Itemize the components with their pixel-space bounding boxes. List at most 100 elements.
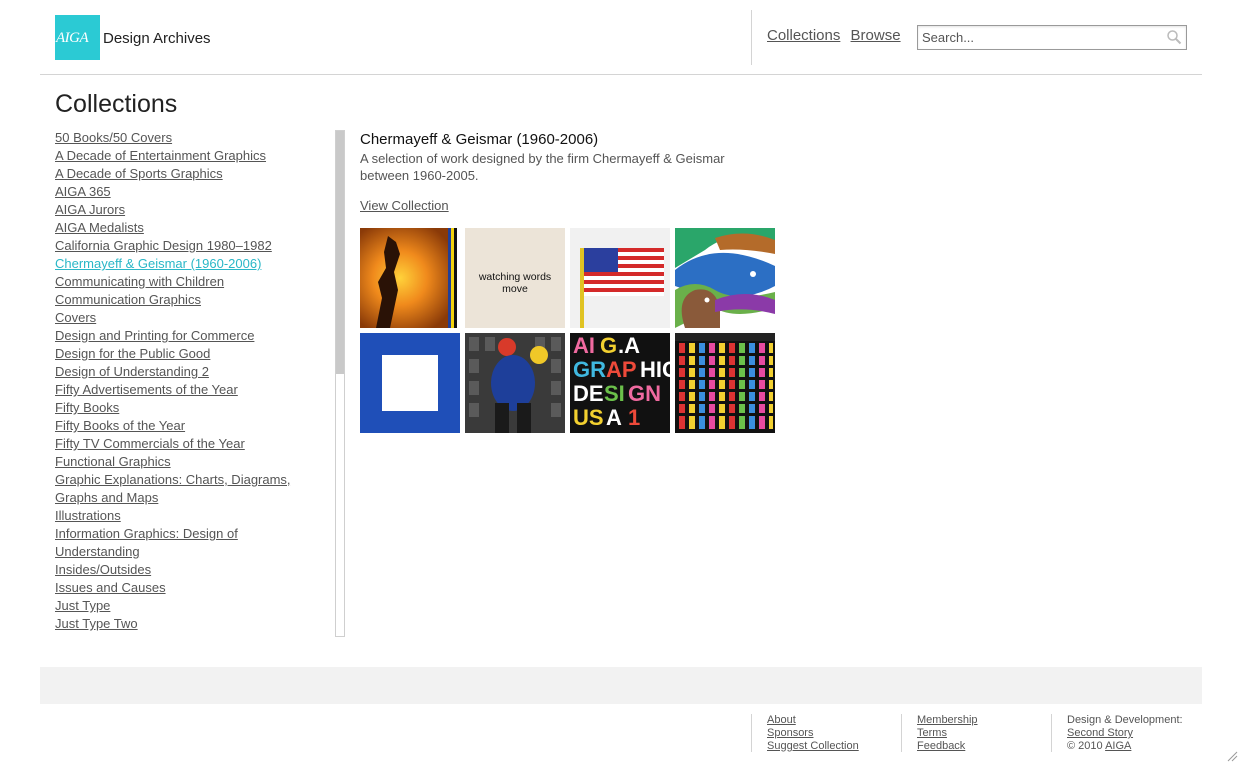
collection-list-item: Communicating with Children [55,273,315,291]
dots-poster-image [675,333,775,433]
footer-suggest-link[interactable]: Suggest Collection [767,740,859,753]
footer-col-about: About Sponsors Suggest Collection [751,714,859,752]
collection-list-item: Issues and Causes [55,579,315,597]
collection-link[interactable]: Information Graphics: Design of [55,526,238,541]
header-divider [751,10,752,65]
view-collection-link[interactable]: View Collection [360,198,449,213]
svg-text:AI: AI [573,333,595,358]
footer-terms-link[interactable]: Terms [917,727,978,740]
search-icon[interactable] [1166,29,1182,45]
collection-link[interactable]: Understanding [55,544,140,559]
collection-link[interactable]: Fifty Books [55,400,119,415]
sculpture-image [465,333,565,433]
footer-aiga-link[interactable]: AIGA [1105,740,1131,752]
collection-list-item: Fifty Books [55,399,315,417]
footer-credits-label: Design & Development: [1067,714,1183,726]
thumbnail-watching-words-move[interactable]: watching words move [465,228,565,328]
svg-text:G: G [600,333,617,358]
collection-link[interactable]: Covers [55,310,96,325]
collection-link[interactable]: California Graphic Design 1980–1982 [55,238,272,253]
collection-title: Chermayeff & Geismar (1960-2006) [360,131,599,148]
footer-membership-link[interactable]: Membership [917,714,978,727]
thumbnail-aiga-graphic-design-usa[interactable]: AI G .A GR AP HIC DE SI GN US A 1 [570,333,670,433]
collection-list-item: Design of Understanding 2 [55,363,315,381]
collection-description: A selection of work designed by the firm… [360,151,725,183]
footer-band [40,667,1202,704]
site-header: AIGA Design Archives Collections Browse [40,0,1202,75]
nav-collections-link[interactable]: Collections [767,27,840,44]
resize-grip-icon[interactable] [1226,750,1238,762]
collection-link[interactable]: Communication Graphics [55,292,201,307]
thumbnail-chase-logo[interactable] [360,333,460,433]
collection-link[interactable]: Insides/Outsides [55,562,151,577]
footer-col-membership: Membership Terms Feedback [901,714,978,752]
top-nav: Collections Browse [767,27,907,44]
collection-list-item: California Graphic Design 1980–1982 [55,237,315,255]
thumbnail-dots-poster[interactable] [675,333,775,433]
collection-link[interactable]: Functional Graphics [55,454,171,469]
animals-image [675,228,775,328]
collection-list-item: Functional Graphics [55,453,315,471]
collection-list-item: Communication Graphics [55,291,315,309]
collection-list-item: Illustrations [55,507,315,525]
collection-list-item: AIGA 365 [55,183,315,201]
footer-feedback-link[interactable]: Feedback [917,740,978,753]
collection-link[interactable]: AIGA 365 [55,184,111,199]
collection-list-item: AIGA Medalists [55,219,315,237]
collection-list-item: Graphic Explanations: Charts, Diagrams, [55,471,315,489]
collection-list-item: A Decade of Entertainment Graphics [55,147,315,165]
site-title[interactable]: Design Archives [103,30,211,47]
page-title: Collections [55,90,178,118]
footer-sponsors-link[interactable]: Sponsors [767,727,859,740]
collection-link[interactable]: Fifty Advertisements of the Year [55,382,238,397]
svg-text:GR: GR [573,357,606,382]
footer-about-link[interactable]: About [767,714,859,727]
collection-list-item: A Decade of Sports Graphics [55,165,315,183]
collection-link[interactable]: Fifty TV Commercials of the Year [55,436,245,451]
collection-link[interactable]: Just Type Two [55,616,138,631]
collection-link[interactable]: Design for the Public Good [55,346,210,361]
collection-list-item: Understanding [55,543,315,561]
collection-list-item: Fifty Advertisements of the Year [55,381,315,399]
footer-second-story-link[interactable]: Second Story [1067,727,1183,740]
collection-list-item: Fifty Books of the Year [55,417,315,435]
collection-link[interactable]: Illustrations [55,508,121,523]
collection-link[interactable]: Issues and Causes [55,580,166,595]
search-box[interactable] [917,25,1187,50]
collection-list-item: AIGA Jurors [55,201,315,219]
collection-list-item: Just Type Two [55,615,315,633]
chase-logo-image [360,333,460,433]
thumbnail-sculpture-photo[interactable] [465,333,565,433]
aiga-logo[interactable]: AIGA [55,15,100,60]
logo-text: AIGA [56,30,89,46]
collection-list-item: 50 Books/50 Covers [55,129,315,147]
svg-text:HIC: HIC [640,357,670,382]
collection-link-active[interactable]: Chermayeff & Geismar (1960-2006) [55,256,261,271]
collection-link[interactable]: 50 Books/50 Covers [55,130,172,145]
scrollbar-thumb[interactable] [336,131,344,374]
collection-list-item: Chermayeff & Geismar (1960-2006) [55,255,315,273]
nav-browse-link[interactable]: Browse [851,27,901,44]
footer-copyright: © 2010 AIGA [1067,740,1183,753]
collection-link[interactable]: AIGA Medalists [55,220,144,235]
thumbnail-fish-bird-poster[interactable] [675,228,775,328]
search-input[interactable] [918,26,1158,48]
svg-text:SI: SI [604,381,625,406]
collection-link[interactable]: Communicating with Children [55,274,224,289]
collection-link[interactable]: Design and Printing for Commerce [55,328,254,343]
collection-link[interactable]: Graphs and Maps [55,490,158,505]
list-scrollbar[interactable] [335,130,345,637]
collection-link[interactable]: Just Type [55,598,110,613]
collection-link[interactable]: A Decade of Entertainment Graphics [55,148,266,163]
collection-link[interactable]: Graphic Explanations: Charts, Diagrams, [55,472,291,487]
collection-list-item: Graphs and Maps [55,489,315,507]
collection-list-item: Insides/Outsides [55,561,315,579]
collection-link[interactable]: Fifty Books of the Year [55,418,185,433]
thumbnail-orange-figure-poster[interactable] [360,228,460,328]
collection-link[interactable]: A Decade of Sports Graphics [55,166,223,181]
thumbnail-american-flag[interactable] [570,228,670,328]
collection-link[interactable]: AIGA Jurors [55,202,125,217]
svg-text:GN: GN [628,381,661,406]
collection-list-item: Just Type [55,597,315,615]
collection-link[interactable]: Design of Understanding 2 [55,364,209,379]
